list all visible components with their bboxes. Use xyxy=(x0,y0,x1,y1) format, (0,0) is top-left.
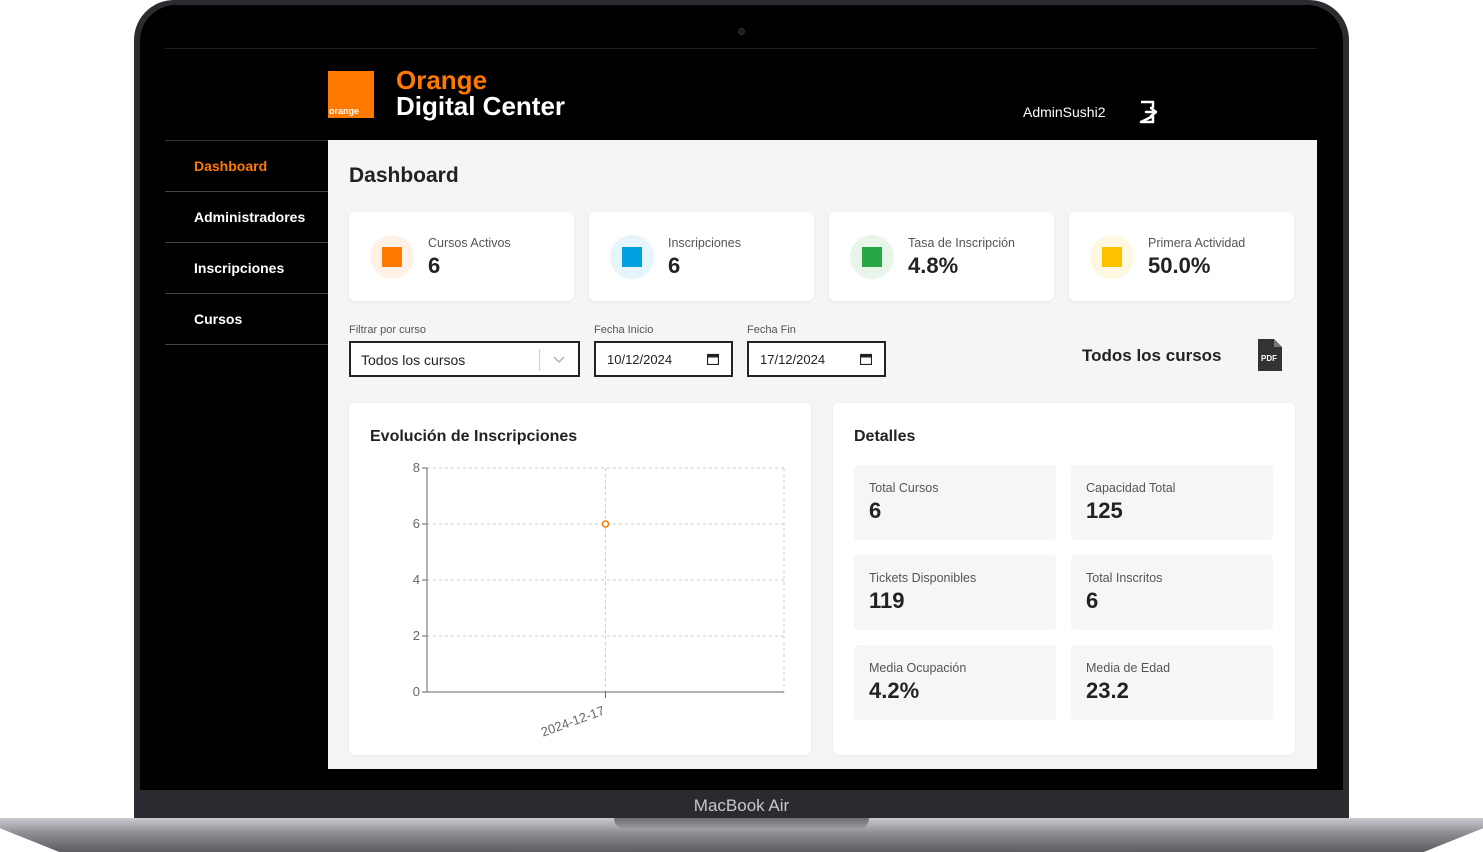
course-filter-label: Filtrar por curso xyxy=(349,324,427,336)
detail-card-total-cursos: Total Cursos 6 xyxy=(854,465,1056,540)
stat-label: Inscripciones xyxy=(668,236,741,250)
details-panel-title: Detalles xyxy=(854,428,916,445)
stat-icon-tasa-inscripcion xyxy=(850,235,894,279)
sidebar-item-administradores[interactable]: Administradores xyxy=(165,192,328,243)
selected-course-title: Todos los cursos xyxy=(1082,346,1222,365)
stat-icon-cursos-activos xyxy=(370,235,414,279)
course-select-value: Todos los cursos xyxy=(361,352,466,368)
stat-value: 6 xyxy=(428,253,441,278)
stat-value: 4.8% xyxy=(908,253,959,278)
user-name: AdminSushi2 xyxy=(1023,104,1106,120)
start-date-value: 10/12/2024 xyxy=(607,352,673,367)
start-date-label: Fecha Inicio xyxy=(594,324,654,336)
orange-logo[interactable]: orange xyxy=(328,71,374,118)
sidebar-item-cursos[interactable]: Cursos xyxy=(165,294,328,345)
stat-card-tasa-inscripcion: Tasa de Inscripción 4.8% xyxy=(829,212,1054,301)
laptop-chin: MacBook Air xyxy=(140,790,1343,820)
enrollment-chart: 0 2 4 6 8 2024-12-17 xyxy=(413,460,785,740)
detail-value: 6 xyxy=(869,498,882,523)
detail-label: Media Ocupación xyxy=(869,661,967,675)
calendar-icon[interactable] xyxy=(860,353,872,365)
detail-value: 125 xyxy=(1086,498,1123,523)
pdf-label: PDF xyxy=(1261,354,1277,363)
data-point xyxy=(601,520,610,528)
main-content: Dashboard Cursos Activos 6 Inscripciones… xyxy=(328,140,1317,769)
camera xyxy=(738,28,745,35)
stat-card-cursos-activos: Cursos Activos 6 xyxy=(349,212,574,301)
pdf-export-icon[interactable]: PDF xyxy=(1256,339,1282,371)
y-tick-label: 4 xyxy=(413,572,420,587)
calendar-icon[interactable] xyxy=(707,353,719,365)
chevron-down-icon xyxy=(553,356,565,364)
stat-value: 50.0% xyxy=(1148,253,1211,278)
page-title: Dashboard xyxy=(349,164,459,187)
detail-label: Total Cursos xyxy=(869,481,939,495)
end-date-input[interactable]: 17/12/2024 xyxy=(747,341,886,377)
sidebar-item-inscripciones[interactable]: Inscripciones xyxy=(165,243,328,294)
start-date-input[interactable]: 10/12/2024 xyxy=(594,341,733,377)
topbar: orange Orange Digital Center AdminSushi2 xyxy=(165,49,1317,140)
y-tick-label: 6 xyxy=(413,516,420,531)
detail-value: 4.2% xyxy=(869,678,920,703)
stat-card-inscripciones: Inscripciones 6 xyxy=(589,212,814,301)
detail-card-media-edad: Media de Edad 23.2 xyxy=(1071,645,1273,720)
detail-value: 6 xyxy=(1086,588,1099,613)
end-date-value: 17/12/2024 xyxy=(760,352,826,367)
y-tick-label: 2 xyxy=(413,628,420,643)
logo-text: orange xyxy=(329,106,360,116)
select-separator xyxy=(539,349,540,371)
detail-card-capacidad-total: Capacidad Total 125 xyxy=(1071,465,1273,540)
detail-card-media-ocupacion: Media Ocupación 4.2% xyxy=(854,645,1056,720)
screen: orange Orange Digital Center AdminSushi2… xyxy=(165,49,1317,769)
stat-label: Tasa de Inscripción xyxy=(908,236,1016,250)
detail-value: 23.2 xyxy=(1086,678,1129,703)
end-date-label: Fecha Fin xyxy=(747,324,796,336)
stat-icon-inscripciones xyxy=(610,235,654,279)
detail-label: Media de Edad xyxy=(1086,661,1171,675)
detail-label: Capacidad Total xyxy=(1086,481,1176,495)
stat-label: Primera Actividad xyxy=(1148,236,1246,250)
course-select[interactable]: Todos los cursos xyxy=(349,341,580,377)
x-tick-label: 2024-12-17 xyxy=(539,703,607,740)
laptop-notch xyxy=(614,818,869,830)
stat-card-primera-actividad: Primera Actividad 50.0% xyxy=(1069,212,1294,301)
logout-icon[interactable] xyxy=(1138,99,1160,125)
details-panel: Detalles Total Cursos 6 Capacidad Total … xyxy=(833,403,1295,755)
detail-value: 119 xyxy=(869,588,905,613)
sidebar: Dashboard Administradores Inscripciones … xyxy=(165,140,328,769)
chart-panel: Evolución de Inscripciones 0 2 4 6 8 2024-12-… xyxy=(349,403,811,755)
detail-label: Tickets Disponibles xyxy=(869,571,977,585)
detail-label: Total Inscritos xyxy=(1086,571,1163,585)
device-label: MacBook Air xyxy=(693,796,790,815)
stat-icon-primera-actividad xyxy=(1090,235,1134,279)
stat-value: 6 xyxy=(668,253,681,278)
sidebar-item-dashboard[interactable]: Dashboard xyxy=(165,141,328,192)
detail-card-tickets-disponibles: Tickets Disponibles 119 xyxy=(854,555,1056,630)
y-tick-label: 0 xyxy=(413,684,420,699)
y-tick-label: 8 xyxy=(413,460,420,475)
brand-subtitle: Digital Center xyxy=(396,91,566,121)
detail-card-total-inscritos: Total Inscritos 6 xyxy=(1071,555,1273,630)
stat-label: Cursos Activos xyxy=(428,236,511,250)
